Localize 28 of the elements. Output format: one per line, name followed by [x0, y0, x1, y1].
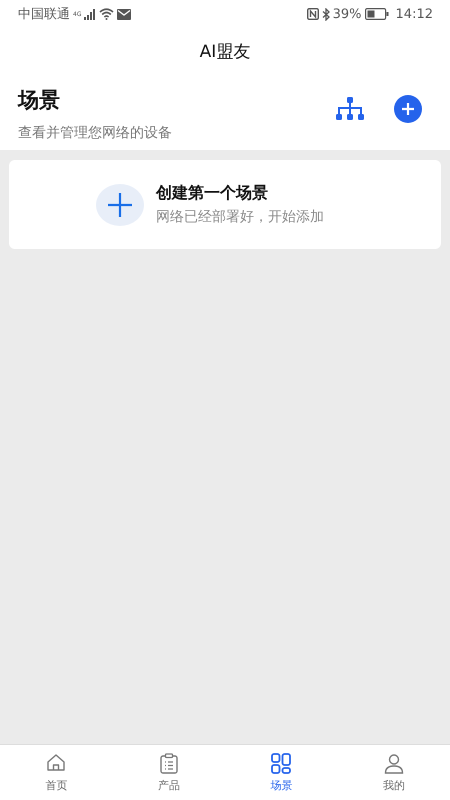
wifi-icon	[99, 8, 114, 20]
carrier-name: 中国联通	[18, 6, 70, 23]
network-tree-icon	[336, 97, 364, 121]
signal-icon	[84, 8, 96, 20]
topology-button[interactable]	[336, 97, 364, 121]
app-title: AI盟友	[200, 40, 250, 62]
nav-tab[interactable]: 首页	[0, 745, 112, 800]
battery-icon	[364, 8, 389, 20]
nav-tab[interactable]: 我的	[338, 745, 450, 800]
grid-icon	[271, 752, 292, 774]
empty-state-card[interactable]: 创建第一个场景 网络已经部署好，开始添加	[9, 160, 441, 249]
page-title: 场景	[18, 87, 61, 114]
nfc-icon	[306, 8, 319, 20]
clock-time: 14:12	[396, 6, 433, 22]
nav-tab[interactable]: 产品	[112, 745, 225, 800]
mail-icon	[117, 8, 132, 20]
home-icon	[46, 752, 66, 774]
add-button[interactable]	[394, 95, 422, 123]
clipboard-icon	[158, 752, 179, 774]
bluetooth-icon	[322, 8, 330, 20]
plus-icon	[107, 192, 133, 218]
add-icon	[394, 95, 422, 123]
person-icon	[384, 752, 404, 774]
card-title: 创建第一个场景	[156, 183, 269, 204]
card-subtitle: 网络已经部署好，开始添加	[156, 208, 324, 226]
nav-tab[interactable]: 场景	[225, 745, 338, 800]
battery-percent: 39%	[332, 6, 362, 22]
page-subtitle: 查看并管理您网络的设备	[18, 124, 172, 142]
